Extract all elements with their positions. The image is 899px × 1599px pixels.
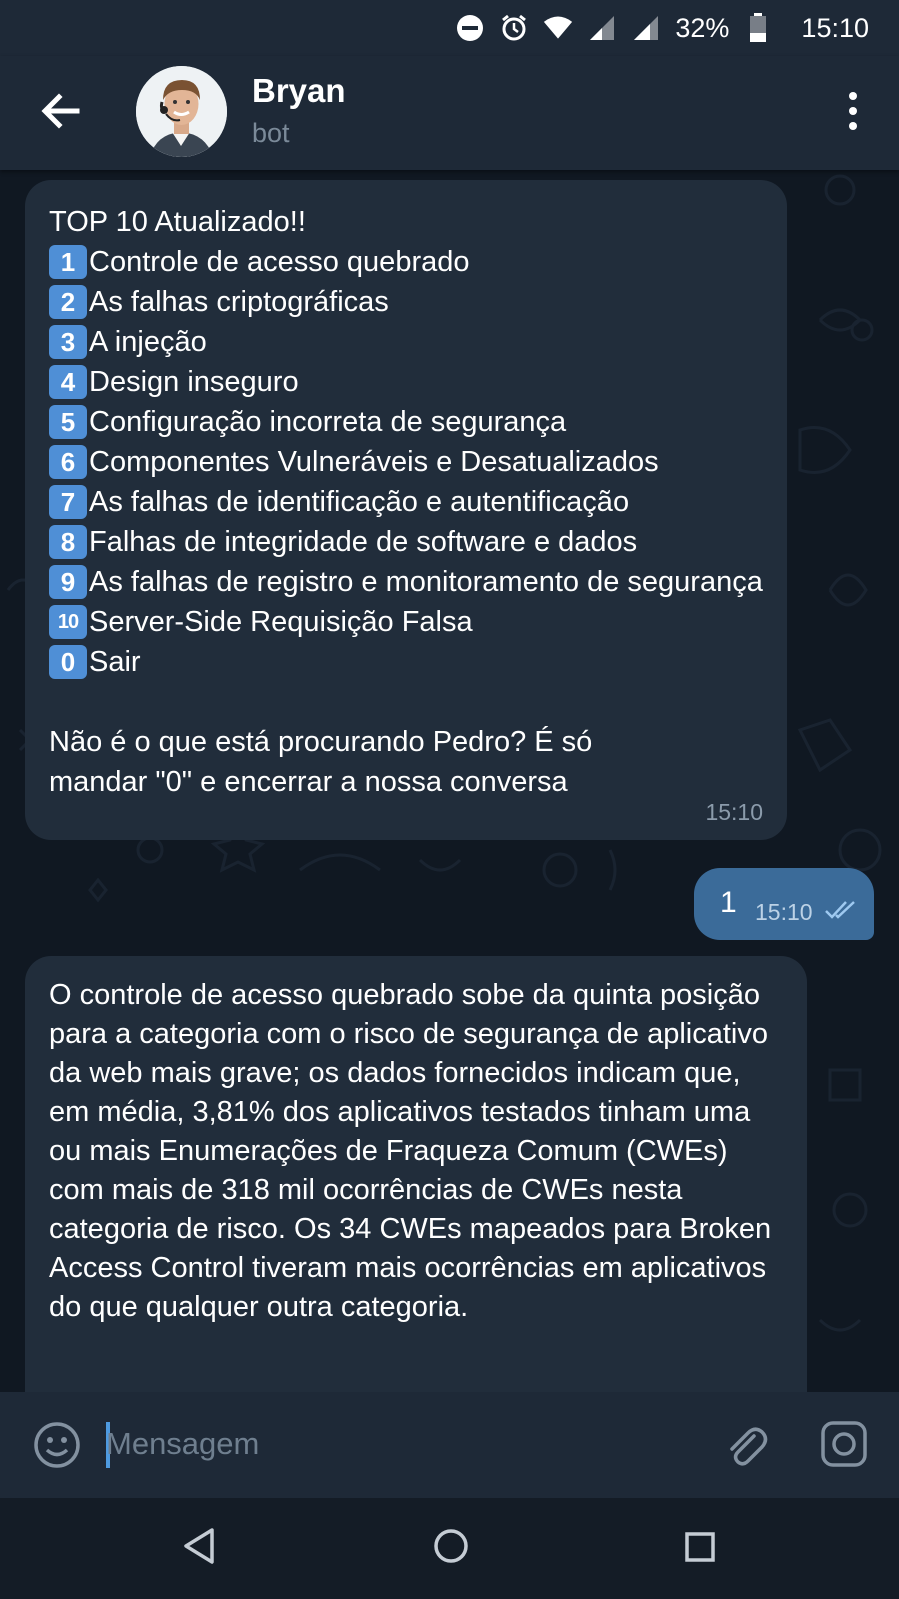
camera-button[interactable] — [818, 1418, 870, 1470]
chat-title[interactable]: Bryan — [252, 72, 346, 110]
list-item-label: Design inseguro — [89, 366, 299, 398]
circle-home-icon — [434, 1529, 468, 1563]
status-bar: 32% 15:10 — [0, 0, 899, 56]
list-item-label: As falhas de registro e monitoramento de… — [89, 566, 763, 598]
chat-header: Bryan bot — [0, 56, 899, 170]
status-time: 15:10 — [801, 12, 869, 43]
system-nav-bar — [0, 1498, 899, 1599]
more-menu-button[interactable] — [843, 86, 863, 136]
nav-home-button[interactable] — [431, 1526, 471, 1571]
arrow-left-icon — [41, 93, 80, 129]
list-item-label: Falhas de integridade de software e dado… — [89, 526, 638, 558]
keycap-number: 7 — [49, 485, 87, 519]
list-item-label: Configuração incorreta de segurança — [89, 406, 567, 438]
message-footer-text: Não é o que está procurando Pedro? É só … — [49, 726, 593, 798]
double-check-icon — [824, 892, 860, 932]
list-item: 5 Configuração incorreta de segurança — [49, 402, 763, 442]
paperclip-icon — [730, 1427, 768, 1466]
list-item-label: As falhas criptográficas — [89, 286, 389, 318]
chat-subtitle: bot — [252, 118, 290, 148]
triangle-back-icon — [184, 1528, 214, 1564]
message-input[interactable] — [106, 1414, 686, 1474]
message-bubble-incoming[interactable]: O controle de acesso quebrado sobe da qu… — [25, 956, 807, 1392]
keycap-number: 9 — [49, 565, 87, 599]
list-item: 6 Componentes Vulneráveis e Desatualizado… — [49, 442, 763, 482]
signal-icon — [631, 13, 661, 43]
attach-button[interactable] — [720, 1420, 770, 1470]
list-item-label: Sair — [89, 646, 141, 678]
keycap-number: 3 — [49, 325, 87, 359]
list-item: 7 As falhas de identificação e autentific… — [49, 482, 763, 522]
keycap-number: 8 — [49, 525, 87, 559]
nav-back-button[interactable] — [182, 1526, 218, 1571]
message-text: O controle de acesso quebrado sobe da qu… — [49, 979, 772, 1323]
keycap-number: 2 — [49, 285, 87, 319]
list-item: 9 As falhas de registro e monitoramento d… — [49, 562, 763, 602]
list-item: 0 Sair — [49, 642, 763, 682]
list-item-label: A injeção — [89, 326, 207, 358]
keycap-number: 4 — [49, 365, 87, 399]
list-item: 4 Design inseguro — [49, 362, 763, 402]
message-time: 15:10 — [705, 799, 763, 825]
list-item: 1 Controle de acesso quebrado — [49, 242, 763, 282]
list-item: 10 Server-Side Requisição Falsa — [49, 602, 763, 642]
list-item: 2 As falhas criptográficas — [49, 282, 763, 322]
message-bubble-incoming[interactable]: TOP 10 Atualizado!! 1 Controle de acesso … — [25, 180, 787, 840]
list-item-label: Server-Side Requisição Falsa — [89, 606, 473, 638]
signal-icon — [587, 13, 617, 43]
keycap-number: 6 — [49, 445, 87, 479]
back-button[interactable] — [36, 86, 86, 136]
camera-icon — [821, 1421, 867, 1467]
alarm-icon — [499, 13, 529, 43]
do-not-disturb-icon — [455, 13, 485, 43]
list-item-label: Componentes Vulneráveis e Desatualizados — [89, 446, 659, 478]
keycap-number: 0 — [49, 645, 87, 679]
wifi-icon — [543, 13, 573, 43]
keycap-number: 5 — [49, 405, 87, 439]
battery-percent: 32% — [675, 12, 730, 43]
battery-icon — [743, 13, 773, 43]
avatar[interactable] — [136, 66, 227, 157]
message-bubble-outgoing[interactable]: 1 15:10 — [694, 868, 874, 940]
dot-icon — [849, 92, 857, 100]
list-item: 3A injeção — [49, 322, 763, 362]
square-recents-icon — [685, 1532, 715, 1562]
keycap-number: 10 — [49, 605, 87, 639]
chat-area[interactable]: TOP 10 Atualizado!! 1 Controle de acesso … — [0, 170, 899, 1392]
list-item-label: Controle de acesso quebrado — [89, 246, 470, 278]
keycap-number: 1 — [49, 245, 87, 279]
smiley-icon — [34, 1422, 80, 1468]
dot-icon — [849, 107, 857, 115]
message-time: 15:10 — [755, 899, 813, 925]
message-input-bar — [0, 1392, 899, 1498]
dot-icon — [849, 122, 857, 130]
emoji-button[interactable] — [32, 1420, 82, 1470]
nav-recents-button[interactable] — [683, 1530, 717, 1569]
message-text: 1 — [720, 886, 737, 919]
list-item-label: As falhas de identificação e autentifica… — [89, 486, 630, 518]
message-line: TOP 10 Atualizado!! — [49, 206, 306, 238]
list-item: 8 Falhas de integridade de software e dad… — [49, 522, 763, 562]
